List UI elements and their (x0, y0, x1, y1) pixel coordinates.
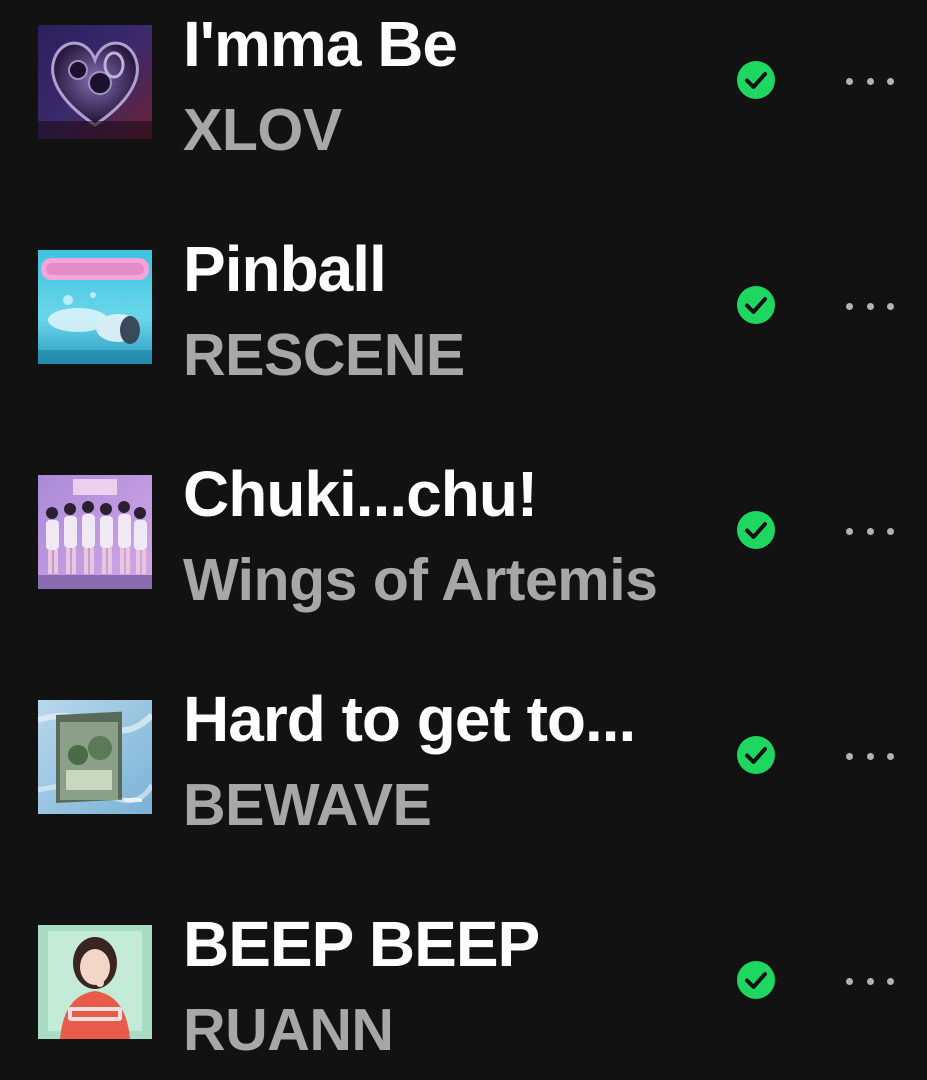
track-title: Hard to get to... (183, 683, 636, 755)
track-title: I'mma Be (183, 8, 458, 80)
more-options-icon[interactable] (846, 969, 894, 993)
more-options-icon[interactable] (846, 69, 894, 93)
beep-beep-album-art-icon (38, 925, 152, 1039)
track-row[interactable]: Pinball RESCENE (0, 225, 927, 450)
downloaded-check-icon (736, 510, 776, 550)
track-title: BEEP BEEP (183, 908, 540, 980)
downloaded-check-icon (736, 60, 776, 100)
scenedrome-album-art-icon (38, 250, 152, 364)
xlov-heart-album-art-icon (38, 25, 152, 139)
album-cover (38, 475, 152, 589)
downloaded-check-icon (736, 735, 776, 775)
track-artist: Wings of Artemis (183, 547, 658, 613)
downloaded-check-icon (736, 960, 776, 1000)
track-row[interactable]: BEEP BEEP RUANN (0, 900, 927, 1080)
track-row[interactable]: I'mma Be XLOV (0, 0, 927, 225)
bewave-album-art-icon (38, 700, 152, 814)
track-artist: XLOV (183, 97, 342, 163)
track-title: Pinball (183, 233, 387, 305)
more-options-icon[interactable] (846, 294, 894, 318)
downloaded-check-icon (736, 285, 776, 325)
album-cover (38, 925, 152, 1039)
track-artist: RUANN (183, 997, 394, 1063)
more-options-icon[interactable] (846, 744, 894, 768)
group-photo-album-art-icon (38, 475, 152, 589)
more-options-icon[interactable] (846, 519, 894, 543)
track-artist: RESCENE (183, 322, 465, 388)
track-artist: BEWAVE (183, 772, 432, 838)
track-title: Chuki...chu! (183, 458, 538, 530)
album-cover (38, 25, 152, 139)
track-row[interactable]: Chuki...chu! Wings of Artemis (0, 450, 927, 675)
track-row[interactable]: Hard to get to... BEWAVE (0, 675, 927, 900)
album-cover (38, 250, 152, 364)
album-cover (38, 700, 152, 814)
